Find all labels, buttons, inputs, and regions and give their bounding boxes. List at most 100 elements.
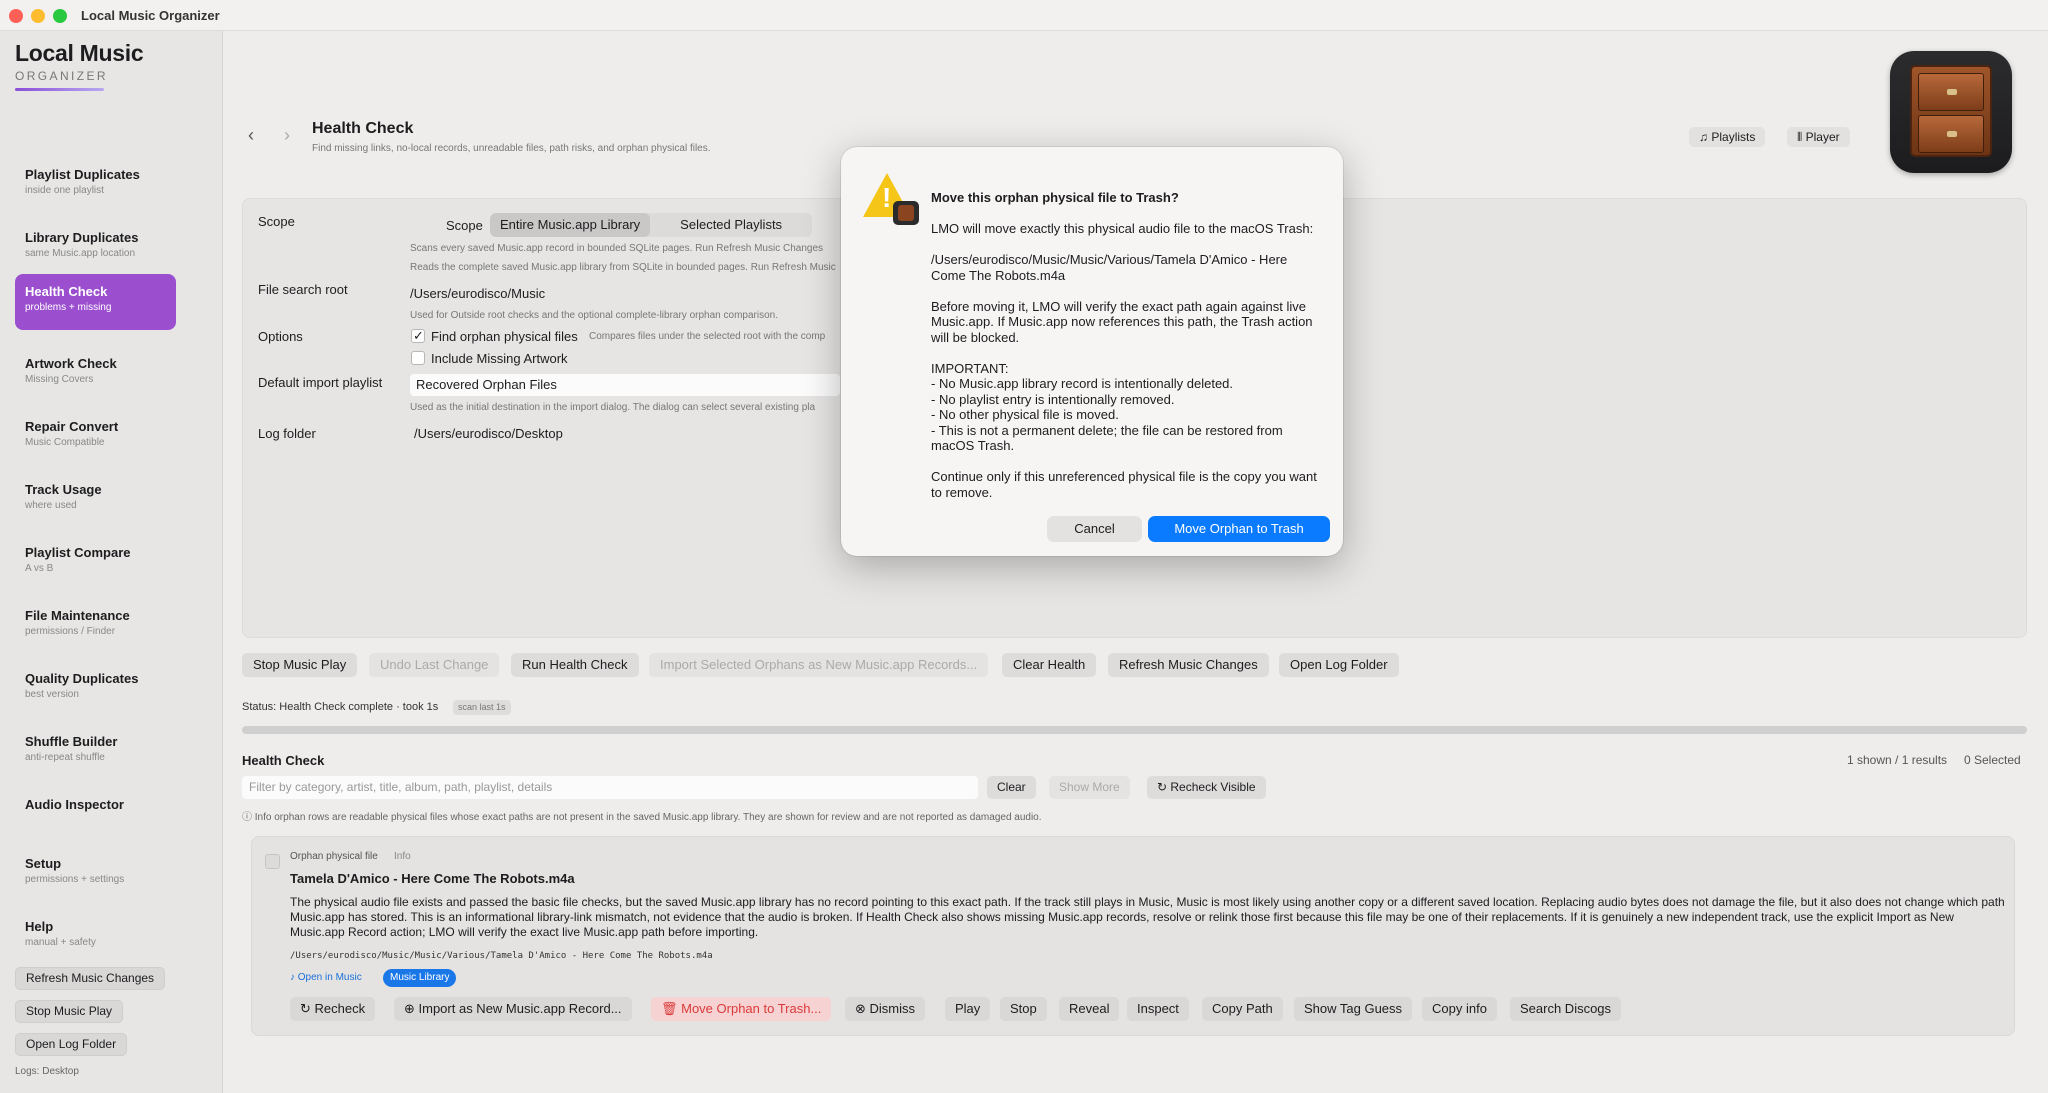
- sidebar-item-label: Library Duplicates: [25, 230, 139, 245]
- trash-icon: 🗑: [661, 1001, 682, 1016]
- log-folder-value[interactable]: /Users/eurodisco/Desktop: [414, 426, 563, 441]
- scope-inner-label: Scope: [446, 218, 483, 233]
- log-folder-label: Log folder: [258, 426, 316, 441]
- plus-circle-icon: ⊕: [404, 1001, 419, 1016]
- clear-filter-button[interactable]: Clear: [987, 776, 1036, 799]
- drawer-knob: [1947, 89, 1957, 95]
- sidebar-item-shuffle-builder[interactable]: Shuffle Builder anti-repeat shuffle: [15, 724, 176, 780]
- close-window-button[interactable]: [9, 9, 23, 23]
- chevron-left-icon[interactable]: ‹: [248, 125, 254, 146]
- copy-path-button[interactable]: Copy Path: [1202, 997, 1283, 1021]
- chevron-right-icon[interactable]: ›: [284, 125, 290, 146]
- progress-bar: [242, 726, 2027, 734]
- sidebar-item-quality-duplicates[interactable]: Quality Duplicates best version: [15, 661, 176, 717]
- open-log-folder-button[interactable]: Open Log Folder: [1279, 653, 1399, 677]
- scope-option-entire-library[interactable]: Entire Music.app Library: [490, 213, 651, 237]
- sidebar-item-label: Help: [25, 919, 54, 934]
- clear-health-button[interactable]: Clear Health: [1002, 653, 1097, 677]
- dismiss-label: Dismiss: [869, 1001, 916, 1016]
- minimize-window-button[interactable]: [31, 9, 45, 23]
- open-in-music-link[interactable]: ♪ Open in Music: [290, 972, 362, 983]
- orphan-files-checkbox[interactable]: [411, 328, 425, 344]
- refresh-icon: ↻: [300, 1001, 315, 1016]
- move-orphan-to-trash-button[interactable]: 🗑 Move Orphan to Trash...: [651, 997, 832, 1021]
- info-icon: ⓘ: [242, 812, 255, 823]
- default-playlist-field[interactable]: Recovered Orphan Files: [410, 374, 840, 396]
- sidebar-item-label: Artwork Check: [25, 356, 117, 371]
- result-path: /Users/eurodisco/Music/Music/Various/Tam…: [290, 951, 713, 961]
- result-select-checkbox[interactable]: [265, 854, 280, 869]
- zoom-window-button[interactable]: [53, 9, 67, 23]
- playlists-button[interactable]: ♫ Playlists: [1689, 127, 1766, 147]
- sidebar-item-sub: permissions + settings: [25, 874, 125, 885]
- sidebar-item-playlist-compare[interactable]: Playlist Compare A vs B: [15, 535, 176, 591]
- dismiss-button[interactable]: ⊗ Dismiss: [845, 997, 926, 1021]
- sidebar-item-sub: problems + missing: [25, 302, 112, 313]
- info-note: ⓘ Info orphan rows are readable physical…: [242, 808, 1042, 823]
- dialog-cancel-button[interactable]: Cancel: [1047, 516, 1142, 542]
- sidebar-item-label: Health Check: [25, 284, 108, 299]
- sidebar-open-log-button[interactable]: Open Log Folder: [15, 1033, 128, 1056]
- sidebar-item-file-maintenance[interactable]: File Maintenance permissions / Finder: [15, 598, 176, 654]
- stop-music-play-button[interactable]: Stop Music Play: [242, 653, 358, 677]
- result-description: The physical audio file exists and passe…: [290, 895, 2005, 939]
- sidebar-item-sub: Music Compatible: [25, 437, 105, 448]
- sidebar-item-label: Repair Convert: [25, 419, 119, 434]
- open-in-music-label: Open in Music: [297, 972, 362, 983]
- brand-underline: [15, 88, 104, 91]
- orphan-files-hint: Compares files under the selected root w…: [589, 331, 826, 342]
- reveal-button[interactable]: Reveal: [1059, 997, 1120, 1021]
- show-tag-guess-button[interactable]: Show Tag Guess: [1294, 997, 1413, 1021]
- sidebar-item-artwork-check[interactable]: Artwork Check Missing Covers: [15, 346, 176, 402]
- sidebar-item-label: File Maintenance: [25, 608, 130, 623]
- player-label: Player: [1805, 130, 1840, 144]
- refresh-music-changes-button[interactable]: Refresh Music Changes: [1108, 653, 1269, 677]
- recheck-button[interactable]: ↻ Recheck: [290, 997, 376, 1021]
- music-library-pill[interactable]: Music Library: [383, 969, 457, 987]
- app-badge-icon: [893, 201, 919, 225]
- page-subtitle: Find missing links, no-local records, un…: [312, 143, 711, 154]
- sidebar-item-label: Audio Inspector: [25, 797, 124, 812]
- sidebar-item-playlist-duplicates[interactable]: Playlist Duplicates inside one playlist: [15, 157, 176, 213]
- stop-button[interactable]: Stop: [1000, 997, 1047, 1021]
- recheck-visible-button[interactable]: ↻ Recheck Visible: [1147, 776, 1266, 799]
- undo-last-change-button[interactable]: Undo Last Change: [369, 653, 500, 677]
- sidebar-item-audio-inspector[interactable]: Audio Inspector: [15, 787, 176, 843]
- scan-badge: scan last 1s: [453, 700, 511, 715]
- sidebar-item-sub: permissions / Finder: [25, 626, 116, 637]
- x-circle-icon: ⊗: [855, 1001, 870, 1016]
- sidebar-item-sub: same Music.app location: [25, 248, 136, 259]
- sidebar-item-library-duplicates[interactable]: Library Duplicates same Music.app locatio…: [15, 220, 176, 276]
- sidebar-item-sub: where used: [25, 500, 77, 511]
- search-discogs-button[interactable]: Search Discogs: [1510, 997, 1622, 1021]
- import-as-new-record-button[interactable]: ⊕ Import as New Music.app Record...: [394, 997, 632, 1021]
- missing-artwork-checkbox[interactable]: [411, 351, 425, 365]
- sidebar-item-track-usage[interactable]: Track Usage where used: [15, 472, 176, 528]
- inspect-button[interactable]: Inspect: [1127, 997, 1189, 1021]
- scope-hint-1: Scans every saved Music.app record in bo…: [410, 243, 824, 254]
- sidebar-item-health-check[interactable]: Health Check problems + missing: [15, 274, 176, 330]
- sidebar-item-repair-convert[interactable]: Repair Convert Music Compatible: [15, 409, 176, 465]
- sidebar-item-label: Shuffle Builder: [25, 734, 118, 749]
- import-selected-orphans-button[interactable]: Import Selected Orphans as New Music.app…: [649, 653, 989, 677]
- dialog-confirm-button[interactable]: Move Orphan to Trash: [1148, 516, 1330, 542]
- scope-option-selected-playlists[interactable]: Selected Playlists: [650, 213, 812, 237]
- scope-hint-2: Reads the complete saved Music.app libra…: [410, 262, 836, 273]
- copy-info-button[interactable]: Copy info: [1422, 997, 1497, 1021]
- root-hint: Used for Outside root checks and the opt…: [410, 310, 778, 321]
- playlists-label: Playlists: [1711, 130, 1756, 144]
- sidebar-refresh-music-button[interactable]: Refresh Music Changes: [15, 967, 166, 990]
- player-button[interactable]: ⦀ Player: [1787, 127, 1850, 147]
- play-button[interactable]: Play: [945, 997, 991, 1021]
- window-title: Local Music Organizer: [81, 8, 220, 23]
- filter-input[interactable]: Filter by category, artist, title, album…: [242, 776, 978, 799]
- root-value[interactable]: /Users/eurodisco/Music: [410, 286, 545, 301]
- show-more-button[interactable]: Show More: [1049, 776, 1130, 799]
- playlist-icon: ♫: [1699, 130, 1712, 144]
- sidebar-item-setup[interactable]: Setup permissions + settings: [15, 846, 176, 902]
- run-health-check-button[interactable]: Run Health Check: [511, 653, 639, 677]
- sidebar-item-help[interactable]: Help manual + safety: [15, 909, 176, 965]
- music-note-icon: ♪: [290, 972, 298, 983]
- sidebar-stop-music-button[interactable]: Stop Music Play: [15, 1000, 124, 1023]
- import-as-new-record-label: Import as New Music.app Record...: [418, 1001, 622, 1016]
